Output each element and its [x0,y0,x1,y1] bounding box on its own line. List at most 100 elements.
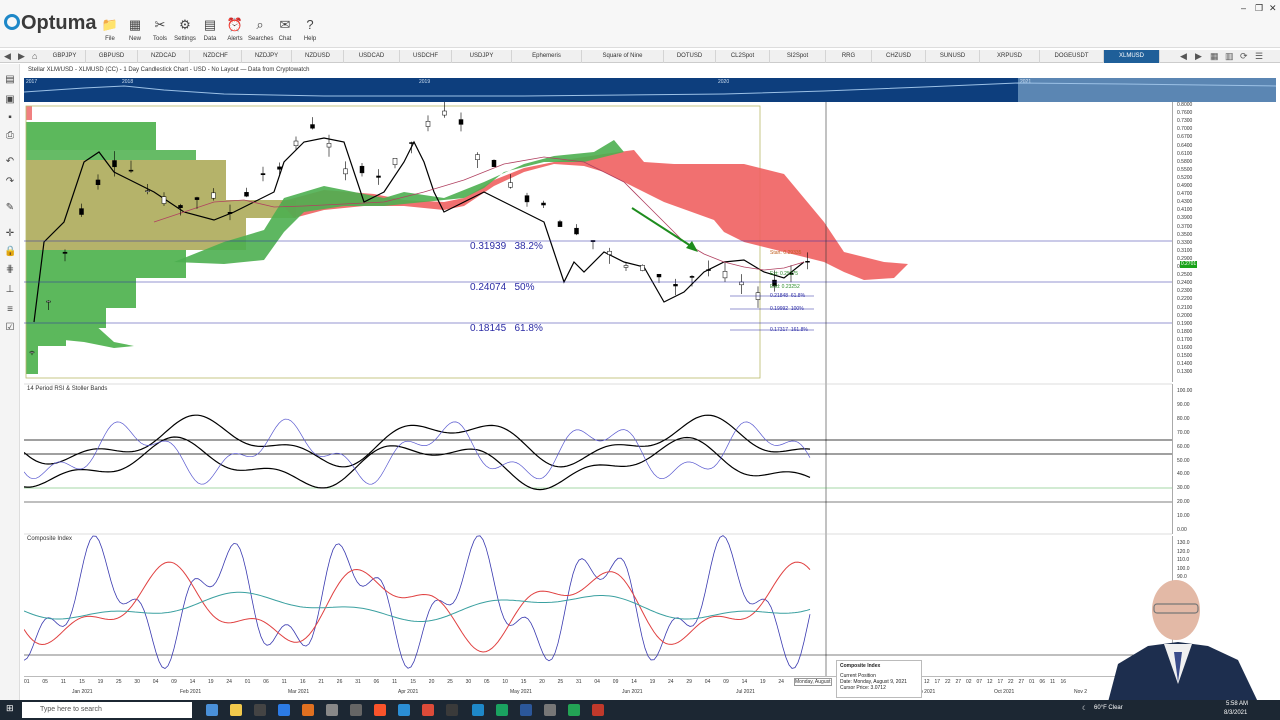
list-icon[interactable]: ☰ [1255,50,1263,63]
task-view-icon[interactable] [206,704,218,716]
candle-body [62,251,68,254]
home-icon[interactable]: ⌂ [32,50,37,63]
image-icon[interactable]: ▣ [4,94,16,106]
weather-text[interactable]: 60°F Clear [1094,705,1123,711]
tab-si2spot[interactable]: SI2Spot [770,50,826,63]
tab-xrpusd[interactable]: XRPUSD [980,50,1040,63]
date-tick: 26 [336,679,343,685]
chrome-icon[interactable] [422,704,434,716]
save-icon[interactable]: ▪ [4,112,16,124]
tab-gbpusd[interactable]: GBPUSD [86,50,138,63]
candle-body [442,110,447,116]
tab-scroll-left-icon[interactable]: ◀ [1180,50,1187,63]
windows-start-icon[interactable]: ⊞ [6,703,14,714]
rsi-tick: 10.00 [1177,513,1190,520]
brave-icon[interactable] [374,704,386,716]
crosshair-icon[interactable]: ✛ [4,228,16,240]
candle-body [458,119,464,125]
tab-nzdchf[interactable]: NZDCHF [190,50,242,63]
tab-square-of-nine[interactable]: Square of Nine [582,50,664,63]
store-icon[interactable] [254,704,266,716]
mail-icon[interactable] [278,704,290,716]
tab-ephemeris[interactable]: Ephemeris [512,50,582,63]
redo-icon[interactable]: ↷ [4,176,16,188]
fib-small-label: Ext: 0.25175 [770,271,799,277]
alerts-button[interactable]: ⏰ Alerts [223,16,247,46]
pen-icon[interactable]: ✎ [4,202,16,214]
edge-icon[interactable] [398,704,410,716]
refresh-icon[interactable]: ⟳ [1240,50,1248,63]
searches-button[interactable]: ⌕ Searches [248,16,273,46]
file-button[interactable]: 📁 File [98,16,122,46]
gear-icon: ⚙ [179,17,191,32]
app-icon[interactable] [302,704,314,716]
overview-strip[interactable]: 2017 2018 2019 2020 2021 [24,78,1276,102]
tools-button[interactable]: ✂ Tools [148,16,172,46]
optuma-taskbar-icon[interactable] [472,704,484,716]
layout-icon[interactable]: ▥ [1225,50,1234,63]
tab-scroll-right-icon[interactable]: ▶ [1195,50,1202,63]
tab-gbpjpy[interactable]: GBPJPY [44,50,86,63]
tab-nzdusd[interactable]: NZDUSD [292,50,344,63]
weather-icon[interactable]: ☾ [1082,705,1087,712]
help-button[interactable]: ? Help [298,16,322,46]
clock-date[interactable]: 8/3/2021 [1224,710,1247,716]
tab-usdcad[interactable]: USDCAD [344,50,400,63]
tab-sunusd[interactable]: SUNUSD [926,50,980,63]
app-icon[interactable] [446,704,458,716]
app-icon[interactable] [592,704,604,716]
page-icon[interactable]: ▤ [4,74,16,86]
clock-time[interactable]: 5:58 AM [1226,701,1248,707]
maximize-button[interactable]: ❐ [1255,3,1263,14]
app-icon[interactable] [496,704,508,716]
tab-usdjpy[interactable]: USDJPY [452,50,512,63]
tab-rrg[interactable]: RRG [826,50,872,63]
tab-cl2spot[interactable]: CL2Spot [716,50,770,63]
app-icon[interactable] [326,704,338,716]
stamp-icon[interactable]: ⊥ [4,284,16,296]
grid-lines-icon[interactable]: ⋕ [4,264,16,276]
tab-xlmusd[interactable]: XLMUSD [1104,50,1160,63]
candle-body [409,142,414,144]
date-tick: 19 [97,679,104,685]
fib-label: 0.18145 61.8% [470,323,543,334]
forward-arrow-icon[interactable]: ▶ [18,50,25,63]
rsi-axis[interactable]: 100.00 90.00 80.00 70.00 60.00 50.00 40.00 30.0… [1172,384,1276,534]
app-icon[interactable] [568,704,580,716]
chart-area[interactable] [24,102,1172,676]
minimize-button[interactable]: – [1241,3,1246,13]
tab-chzusd[interactable]: CHZUSD [872,50,926,63]
print-icon[interactable]: ⎙ [4,130,16,142]
tab-nzdcad[interactable]: NZDCAD [138,50,190,63]
undo-icon[interactable]: ↶ [4,156,16,168]
help-icon: ? [306,17,314,32]
price-axis[interactable]: 0.8000 0.7600 0.7300 0.7000 0.6700 0.6400 0.61… [1172,102,1276,382]
file-explorer-icon[interactable] [230,704,242,716]
taskbar-search[interactable]: Type here to search [22,702,192,718]
date-axis[interactable]: 01 05 11 15 19 25 30 04 09 14 19 24 01 06 11 16 21 26 31 06… [24,676,1172,696]
date-tick: 14 [631,679,637,685]
date-tick: 11 [1050,679,1056,685]
settings-button[interactable]: ⚙ Settings [173,16,197,46]
tab-dotusd[interactable]: DOTUSD [664,50,716,63]
app-icon[interactable] [350,704,362,716]
tab-nzdjpy[interactable]: NZDJPY [242,50,292,63]
notes-icon[interactable]: ≡ [4,304,16,316]
lock-icon[interactable]: 🔒 [4,246,16,258]
chat-button[interactable]: ✉ Chat [273,16,297,46]
back-arrow-icon[interactable]: ◀ [4,50,11,63]
close-button[interactable]: ✕ [1269,3,1277,14]
new-button[interactable]: ▦ New [123,16,147,46]
tab-usdchf[interactable]: USDCHF [400,50,452,63]
data-button[interactable]: ▤ Data [198,16,222,46]
price-tick: 0.1400 [1177,361,1193,368]
fib-small-label: End: 0.23252 [770,284,800,290]
search-icon: ⌕ [256,17,264,32]
app-icon[interactable] [544,704,556,716]
tab-dogeusdt[interactable]: DOGEUSDT [1040,50,1104,63]
grid-icon[interactable]: ▦ [1210,50,1219,63]
word-icon[interactable] [520,704,532,716]
rsi-tick: 50.00 [1177,457,1190,464]
checklist-icon[interactable]: ☑ [4,322,16,334]
toolbar-label: File [105,36,115,42]
